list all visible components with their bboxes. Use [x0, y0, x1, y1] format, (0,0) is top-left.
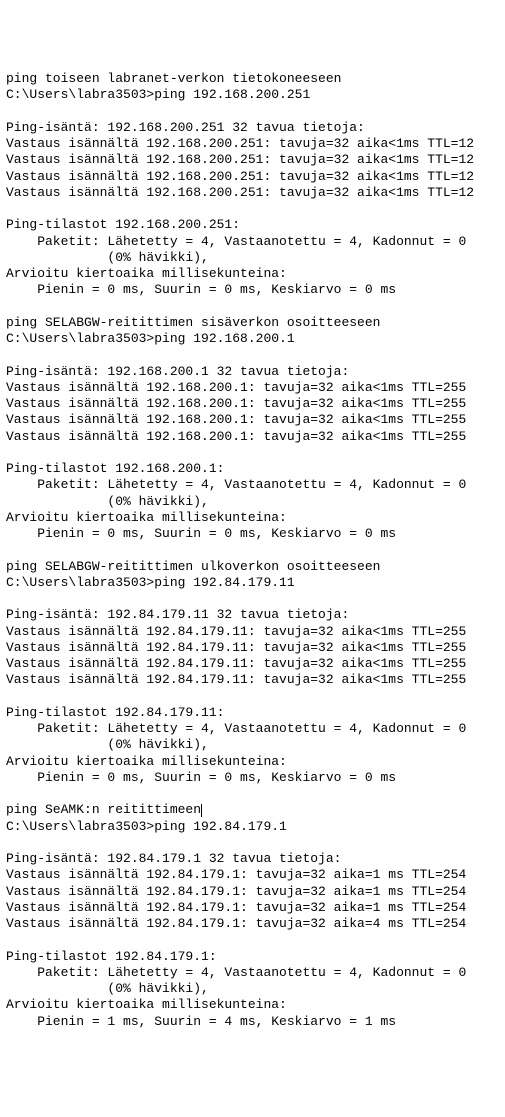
stats-packets: Paketit: Lähetetty = 4, Vastaanotettu = …: [6, 477, 499, 493]
ping-header: Ping-isäntä: 192.168.200.1 32 tavua tiet…: [6, 364, 499, 380]
stats-header: Ping-tilastot 192.168.200.1:: [6, 461, 499, 477]
stats-loss: (0% hävikki),: [6, 494, 499, 510]
blank-line: [6, 689, 499, 705]
ping-reply: Vastaus isännältä 192.168.200.251: tavuj…: [6, 136, 499, 152]
terminal-output: ping toiseen labranet-verkon tietokonees…: [6, 71, 499, 1030]
ping-reply: Vastaus isännältä 192.84.179.11: tavuja=…: [6, 672, 499, 688]
ping-reply: Vastaus isännältä 192.84.179.1: tavuja=3…: [6, 884, 499, 900]
rtt-values: Pienin = 0 ms, Suurin = 0 ms, Keskiarvo …: [6, 770, 499, 786]
blank-line: [6, 786, 499, 802]
ping-reply: Vastaus isännältä 192.84.179.11: tavuja=…: [6, 656, 499, 672]
stats-loss: (0% hävikki),: [6, 981, 499, 997]
stats-header: Ping-tilastot 192.168.200.251:: [6, 217, 499, 233]
ping-header: Ping-isäntä: 192.84.179.1 32 tavua tieto…: [6, 851, 499, 867]
rtt-header: Arvioitu kiertoaika millisekunteina:: [6, 754, 499, 770]
ping-reply: Vastaus isännältä 192.168.200.1: tavuja=…: [6, 396, 499, 412]
section-title: ping toiseen labranet-verkon tietokonees…: [6, 71, 499, 87]
stats-header: Ping-tilastot 192.84.179.1:: [6, 949, 499, 965]
stats-packets: Paketit: Lähetetty = 4, Vastaanotettu = …: [6, 965, 499, 981]
blank-line: [6, 932, 499, 948]
ping-reply: Vastaus isännältä 192.84.179.1: tavuja=3…: [6, 900, 499, 916]
rtt-values: Pienin = 0 ms, Suurin = 0 ms, Keskiarvo …: [6, 282, 499, 298]
blank-line: [6, 201, 499, 217]
ping-reply: Vastaus isännältä 192.168.200.251: tavuj…: [6, 185, 499, 201]
command-line: C:\Users\labra3503>ping 192.84.179.1: [6, 819, 499, 835]
blank-line: [6, 542, 499, 558]
rtt-values: Pienin = 0 ms, Suurin = 0 ms, Keskiarvo …: [6, 526, 499, 542]
ping-header: Ping-isäntä: 192.168.200.251 32 tavua ti…: [6, 120, 499, 136]
ping-header: Ping-isäntä: 192.84.179.11 32 tavua tiet…: [6, 607, 499, 623]
ping-reply: Vastaus isännältä 192.168.200.251: tavuj…: [6, 169, 499, 185]
rtt-header: Arvioitu kiertoaika millisekunteina:: [6, 510, 499, 526]
section-title: ping SELABGW-reitittimen sisäverkon osoi…: [6, 315, 499, 331]
command-line: C:\Users\labra3503>ping 192.84.179.11: [6, 575, 499, 591]
ping-reply: Vastaus isännältä 192.168.200.1: tavuja=…: [6, 380, 499, 396]
ping-reply: Vastaus isännältä 192.168.200.1: tavuja=…: [6, 412, 499, 428]
command-line: C:\Users\labra3503>ping 192.168.200.1: [6, 331, 499, 347]
rtt-header: Arvioitu kiertoaika millisekunteina:: [6, 266, 499, 282]
section-title: ping SeAMK:n reitittimeen: [6, 802, 499, 818]
rtt-values: Pienin = 1 ms, Suurin = 4 ms, Keskiarvo …: [6, 1014, 499, 1030]
ping-reply: Vastaus isännältä 192.84.179.1: tavuja=3…: [6, 916, 499, 932]
stats-loss: (0% hävikki),: [6, 737, 499, 753]
stats-packets: Paketit: Lähetetty = 4, Vastaanotettu = …: [6, 721, 499, 737]
ping-reply: Vastaus isännältä 192.84.179.11: tavuja=…: [6, 640, 499, 656]
stats-header: Ping-tilastot 192.84.179.11:: [6, 705, 499, 721]
ping-reply: Vastaus isännältä 192.84.179.1: tavuja=3…: [6, 867, 499, 883]
text-cursor: [201, 804, 202, 817]
rtt-header: Arvioitu kiertoaika millisekunteina:: [6, 997, 499, 1013]
stats-packets: Paketit: Lähetetty = 4, Vastaanotettu = …: [6, 234, 499, 250]
blank-line: [6, 591, 499, 607]
blank-line: [6, 445, 499, 461]
ping-reply: Vastaus isännältä 192.168.200.1: tavuja=…: [6, 429, 499, 445]
blank-line: [6, 347, 499, 363]
blank-line: [6, 835, 499, 851]
ping-reply: Vastaus isännältä 192.84.179.11: tavuja=…: [6, 624, 499, 640]
command-line: C:\Users\labra3503>ping 192.168.200.251: [6, 87, 499, 103]
blank-line: [6, 299, 499, 315]
stats-loss: (0% hävikki),: [6, 250, 499, 266]
ping-reply: Vastaus isännältä 192.168.200.251: tavuj…: [6, 152, 499, 168]
section-title: ping SELABGW-reitittimen ulkoverkon osoi…: [6, 559, 499, 575]
blank-line: [6, 104, 499, 120]
